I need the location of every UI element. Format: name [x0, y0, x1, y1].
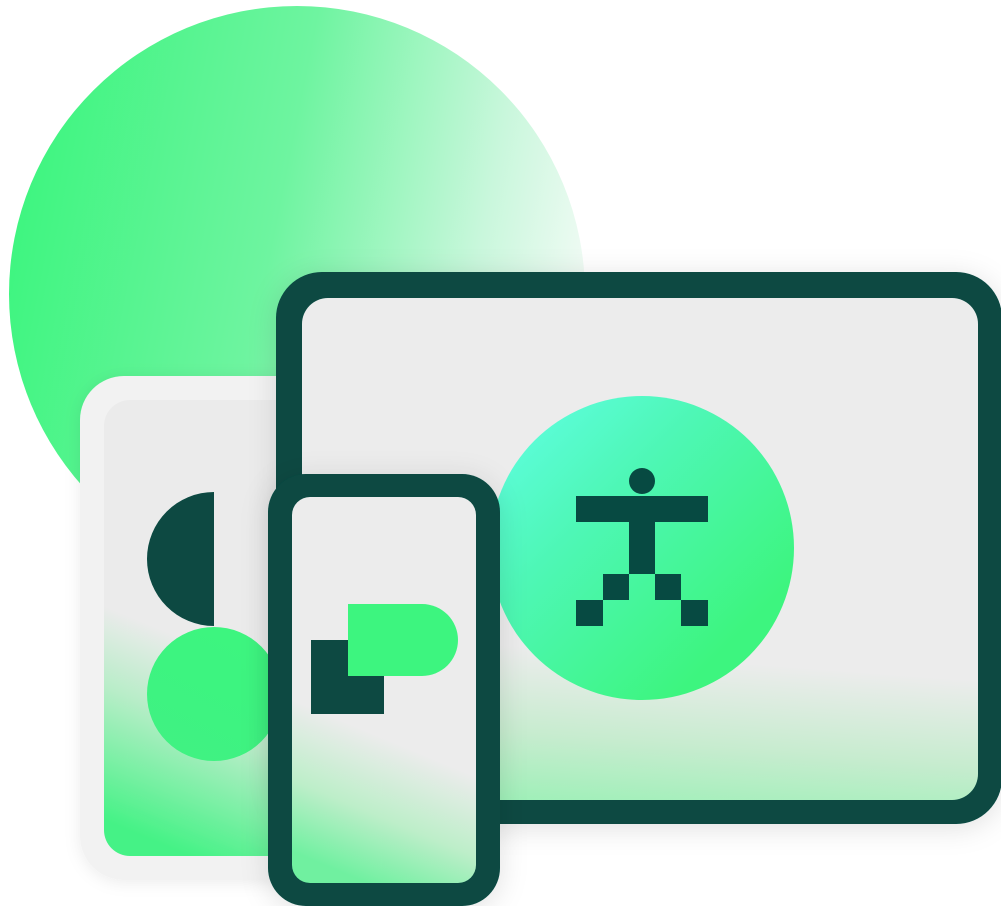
illustration-canvas: [0, 0, 1001, 906]
device-illustration: [9, 6, 1001, 906]
green-circle-shape: [147, 627, 281, 761]
accessibility-badge: [490, 396, 794, 700]
front-phone: [268, 474, 500, 906]
